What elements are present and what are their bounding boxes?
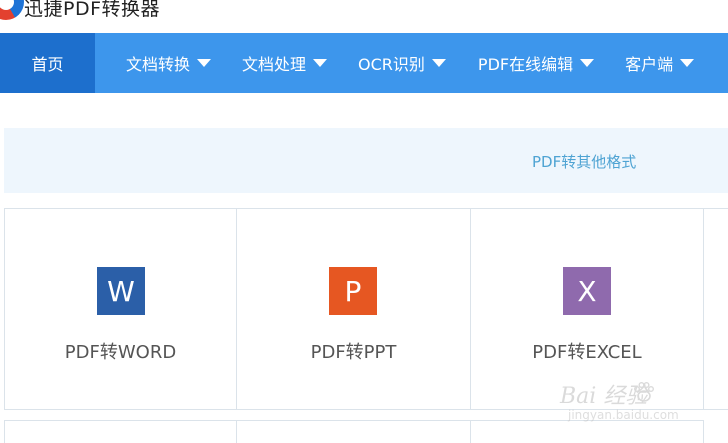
tool-card-pdf-to-word[interactable]: W PDF转WORD xyxy=(4,208,237,410)
nav-item-home[interactable]: 首页 xyxy=(0,33,95,93)
tool-card-pdf-to-excel[interactable]: X PDF转EXCEL xyxy=(470,208,704,410)
word-icon: W xyxy=(97,267,145,315)
caret-down-icon xyxy=(580,59,595,67)
main-nav: 首页 文档转换 文档处理 OCR识别 PDF在线编辑 客户端 xyxy=(0,33,728,93)
nav-item-label: PDF在线编辑 xyxy=(477,55,574,74)
nav-item-client[interactable]: 客户端 xyxy=(625,33,695,93)
tool-card-row2[interactable] xyxy=(470,420,704,443)
word-icon-letter: W xyxy=(107,274,135,308)
caret-down-icon xyxy=(680,59,695,67)
logo-icon xyxy=(0,0,24,20)
tool-label-pdf-to-word: PDF转WORD xyxy=(64,342,177,363)
powerpoint-icon-letter: P xyxy=(344,274,362,308)
nav-item-label: 客户端 xyxy=(625,55,674,74)
tool-card-pdf-to-ppt[interactable]: P PDF转PPT xyxy=(236,208,471,410)
excel-icon: X xyxy=(563,267,611,315)
tool-label-pdf-to-ppt: PDF转PPT xyxy=(310,342,397,363)
nav-item-label: 文档转换 xyxy=(126,55,191,74)
tool-grid: W PDF转WORD P PDF转PPT X PDF转EXCEL xyxy=(4,208,728,443)
nav-item-label: 首页 xyxy=(31,55,64,74)
nav-item-pdf-online-edit[interactable]: PDF在线编辑 xyxy=(477,33,595,93)
caret-down-icon xyxy=(313,59,328,67)
nav-item-label: OCR识别 xyxy=(358,55,425,74)
tool-label-pdf-to-excel: PDF转EXCEL xyxy=(532,342,642,363)
section-header: PDF转其他格式 xyxy=(4,128,728,193)
caret-down-icon xyxy=(197,59,212,67)
nav-item-document-conversion[interactable]: 文档转换 xyxy=(126,33,212,93)
excel-icon-letter: X xyxy=(577,274,597,308)
caret-down-icon xyxy=(431,59,446,67)
header: 迅捷PDF转换器 xyxy=(0,0,728,33)
page: 迅捷PDF转换器 首页 文档转换 文档处理 OCR识别 PDF在线编辑 客户端 … xyxy=(0,0,728,443)
section-title-pdf-to-other[interactable]: PDF转其他格式 xyxy=(532,151,636,172)
tool-card-row2[interactable] xyxy=(236,420,471,443)
nav-item-ocr[interactable]: OCR识别 xyxy=(358,33,446,93)
tool-card-partial[interactable] xyxy=(703,208,728,410)
nav-item-label: 文档处理 xyxy=(242,55,307,74)
app-title: 迅捷PDF转换器 xyxy=(24,0,161,20)
tool-card-row2[interactable] xyxy=(4,420,237,443)
powerpoint-icon: P xyxy=(329,267,377,315)
nav-item-document-processing[interactable]: 文档处理 xyxy=(242,33,328,93)
